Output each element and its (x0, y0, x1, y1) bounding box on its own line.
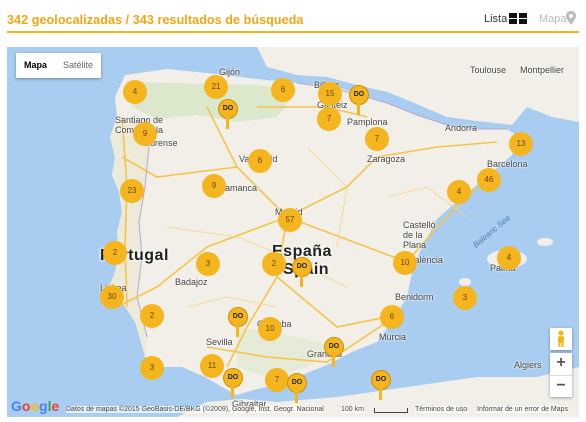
marker-label: DO (218, 99, 238, 119)
label-badajoz: Badajoz (175, 277, 208, 287)
marker-stem (231, 386, 234, 398)
map-marker[interactable]: DO (287, 373, 307, 403)
map-cluster[interactable]: 30 (100, 285, 124, 309)
zoom-control: + − (550, 353, 572, 397)
map-cluster[interactable]: 6 (380, 305, 404, 329)
map-marker[interactable]: DO (218, 99, 238, 129)
label-andorra: Andorra (445, 123, 478, 133)
marker-label: DO (228, 307, 248, 327)
label-barcelona: Barcelona (487, 159, 528, 169)
marker-stem (236, 325, 239, 337)
map-cluster[interactable]: 7 (317, 107, 341, 131)
marker-stem (357, 103, 360, 115)
map-type-map-button[interactable]: Mapa (16, 53, 55, 78)
map-cluster[interactable]: 4 (123, 80, 147, 104)
map-cluster[interactable]: 46 (477, 168, 501, 192)
marker-stem (379, 388, 382, 400)
map-marker[interactable]: DO (324, 337, 344, 367)
marker-stem (300, 275, 303, 287)
map-cluster[interactable]: 57 (278, 208, 302, 232)
map-cluster[interactable]: 11 (200, 354, 224, 378)
label-benidorm: Benidorm (395, 292, 434, 302)
map-attribution: Datos de mapas ©2015 GeoBasis-DE/BKG (©2… (66, 406, 324, 413)
label-murcia: Murcia (379, 332, 407, 342)
map-cluster[interactable]: 4 (447, 180, 471, 204)
street-view-pegman[interactable] (550, 328, 572, 350)
header-divider (7, 31, 579, 33)
zoom-in-button[interactable]: + (550, 353, 572, 375)
map-cluster[interactable]: 4 (497, 246, 521, 270)
map-type-control: Mapa Satélite (16, 53, 102, 78)
marker-label: DO (371, 370, 391, 390)
map-marker[interactable]: DO (292, 257, 312, 287)
map-scale-bar (374, 408, 408, 413)
grid-icon[interactable] (509, 13, 527, 24)
map-cluster[interactable]: 2 (103, 241, 127, 265)
google-logo[interactable]: Google (11, 398, 59, 414)
map-cluster[interactable]: 2 (262, 252, 286, 276)
label-montpellier: Montpellier (520, 65, 565, 75)
map-type-satellite-button[interactable]: Satélite (55, 53, 101, 78)
map-cluster[interactable]: 7 (365, 127, 389, 151)
map-cluster[interactable]: 23 (120, 179, 144, 203)
map-cluster[interactable]: 3 (140, 356, 164, 380)
map-marker[interactable]: DO (228, 307, 248, 337)
label-sevilla: Sevilla (206, 337, 233, 347)
map-canvas[interactable]: Toulouse Montpellier Andorra Gijón Bilba… (7, 47, 579, 417)
map-scale-label: 100 km (341, 406, 364, 413)
label-castello: Castelló de la Plana (403, 220, 436, 250)
marker-label: DO (287, 373, 307, 393)
zoom-out-button[interactable]: − (550, 376, 572, 398)
report-error-link[interactable]: Informar de un error de Maps (477, 406, 569, 413)
map-cluster[interactable]: 13 (509, 132, 533, 156)
results-count-title: 342 geolocalizadas / 343 resultados de b… (7, 13, 304, 27)
marker-label: DO (223, 368, 243, 388)
label-algiers: Algiers (514, 360, 542, 370)
pegman-icon (558, 330, 564, 347)
label-toulouse: Toulouse (470, 65, 507, 75)
marker-label: DO (292, 257, 312, 277)
map-cluster[interactable]: 6 (248, 149, 272, 173)
map-cluster[interactable]: 21 (204, 75, 228, 99)
map-cluster[interactable]: 6 (271, 78, 295, 102)
marker-stem (295, 391, 298, 403)
map-cluster[interactable]: 10 (393, 251, 417, 275)
map-footer: Datos de mapas ©2015 GeoBasis-DE/BKG (©2… (7, 403, 579, 417)
list-view-link[interactable]: Lista (484, 13, 507, 25)
map-cluster[interactable]: 2 (140, 304, 164, 328)
map-cluster[interactable]: 3 (196, 252, 220, 276)
map-pin-icon[interactable] (566, 11, 576, 25)
map-cluster[interactable]: 9 (202, 174, 226, 198)
map-cluster[interactable]: 3 (453, 286, 477, 310)
label-pamplona: Pamplona (347, 117, 388, 127)
results-header: 342 geolocalizadas / 343 resultados de b… (0, 0, 586, 36)
map-cluster[interactable]: 7 (265, 368, 289, 392)
marker-stem (332, 355, 335, 367)
map-view-link[interactable]: Mapa (539, 13, 567, 25)
terms-link[interactable]: Términos de uso (415, 406, 468, 413)
map-cluster[interactable]: 15 (318, 82, 342, 106)
label-zaragoza: Zaragoza (367, 154, 406, 164)
map-marker[interactable]: DO (371, 370, 391, 400)
map-cluster[interactable]: 10 (258, 317, 282, 341)
label-gijon: Gijón (219, 67, 241, 77)
map-marker[interactable]: DO (349, 85, 369, 115)
marker-label: DO (349, 85, 369, 105)
marker-label: DO (324, 337, 344, 357)
map-marker[interactable]: DO (223, 368, 243, 398)
marker-stem (226, 117, 229, 129)
map-cluster[interactable]: 9 (133, 122, 157, 146)
